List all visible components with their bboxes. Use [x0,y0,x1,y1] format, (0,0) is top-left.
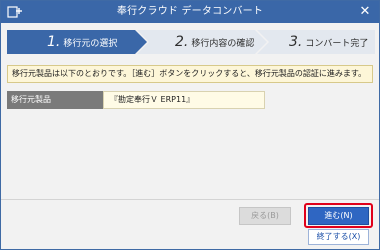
footer-divider [1,199,379,200]
step-3-number: 3. [289,34,303,50]
source-product-label: 移行元製品 [7,91,103,109]
back-button[interactable]: 戻る(B) [239,207,291,225]
step-1-text: 移行元の選択 [63,39,118,49]
step-2-number: 2. [175,34,189,50]
step-progress: 1. 移行元の選択 2. 移行内容の確認 3. コンバート完了 [7,30,375,54]
step-2-text: 移行内容の確認 [191,39,255,49]
source-product-value: 『勘定奉行Ｖ ERP11』 [103,91,265,109]
step-3-label: 3. コンバート完了 [289,30,368,54]
instruction-notice: 移行元製品は以下のとおりです。［進む］ボタンをクリックすると、移行元製品の認証に… [7,65,373,83]
next-button[interactable]: 進む(N) [308,207,369,225]
step-1-number: 1. [47,34,61,50]
exit-button[interactable]: 終了する(X) [308,229,369,245]
step-3-text: コンバート完了 [305,39,369,49]
window-title: 奉行クラウド データコンバート [116,6,264,17]
step-1-label: 1. 移行元の選択 [47,30,117,54]
converter-window: 奉行クラウド データコンバート ✕ 1. 移行元の選択 2. 移行内容の確認 3. コ… [0,0,380,250]
close-icon[interactable]: ✕ [357,4,373,20]
step-2-label: 2. 移行内容の確認 [175,30,254,54]
title-bar: 奉行クラウド データコンバート ✕ [1,1,379,23]
